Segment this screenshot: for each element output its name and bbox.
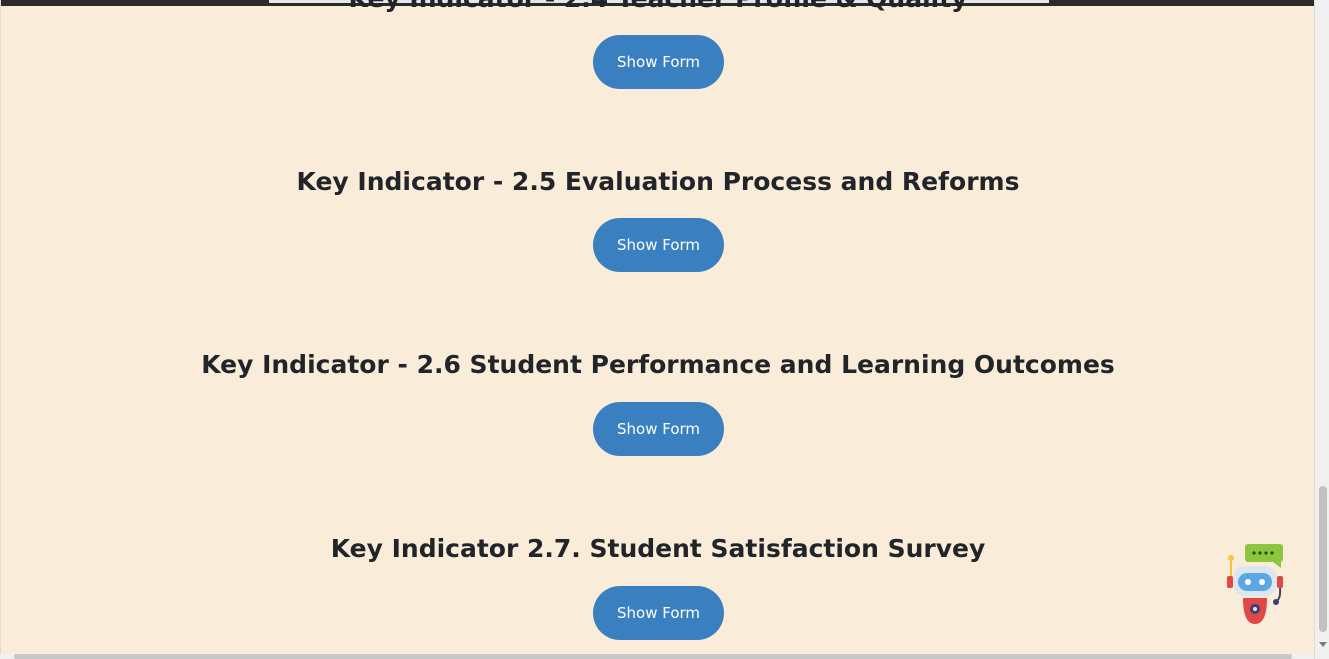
- section-title-2-4: Key Indicator - 2.4 Teacher Profile & Qu…: [1, 0, 1314, 15]
- show-form-button-2-6[interactable]: Show Form: [593, 402, 724, 456]
- robot-chat-icon: [1227, 544, 1283, 624]
- chatbot-launcher[interactable]: [1223, 542, 1287, 626]
- horizontal-scroll-thumb[interactable]: [14, 654, 1292, 659]
- show-form-button-2-5[interactable]: Show Form: [593, 218, 724, 272]
- section-title-2-5: Key Indicator - 2.5 Evaluation Process a…: [296, 167, 1020, 196]
- vertical-scrollbar[interactable]: [1314, 0, 1329, 659]
- horizontal-scrollbar[interactable]: [0, 654, 1314, 659]
- show-form-button-2-7[interactable]: Show Form: [593, 586, 724, 640]
- section-title-2-7: Key Indicator 2.7. Student Satisfaction …: [330, 534, 986, 563]
- show-form-button-2-4[interactable]: Show Form: [593, 35, 724, 89]
- vertical-scroll-thumb[interactable]: [1319, 486, 1327, 632]
- page-content: Key Indicator - 2.4 Teacher Profile & Qu…: [0, 0, 1314, 654]
- section-title-2-6: Key Indicator - 2.6 Student Performance …: [201, 350, 1115, 379]
- scroll-down-arrow-icon[interactable]: [1319, 642, 1327, 647]
